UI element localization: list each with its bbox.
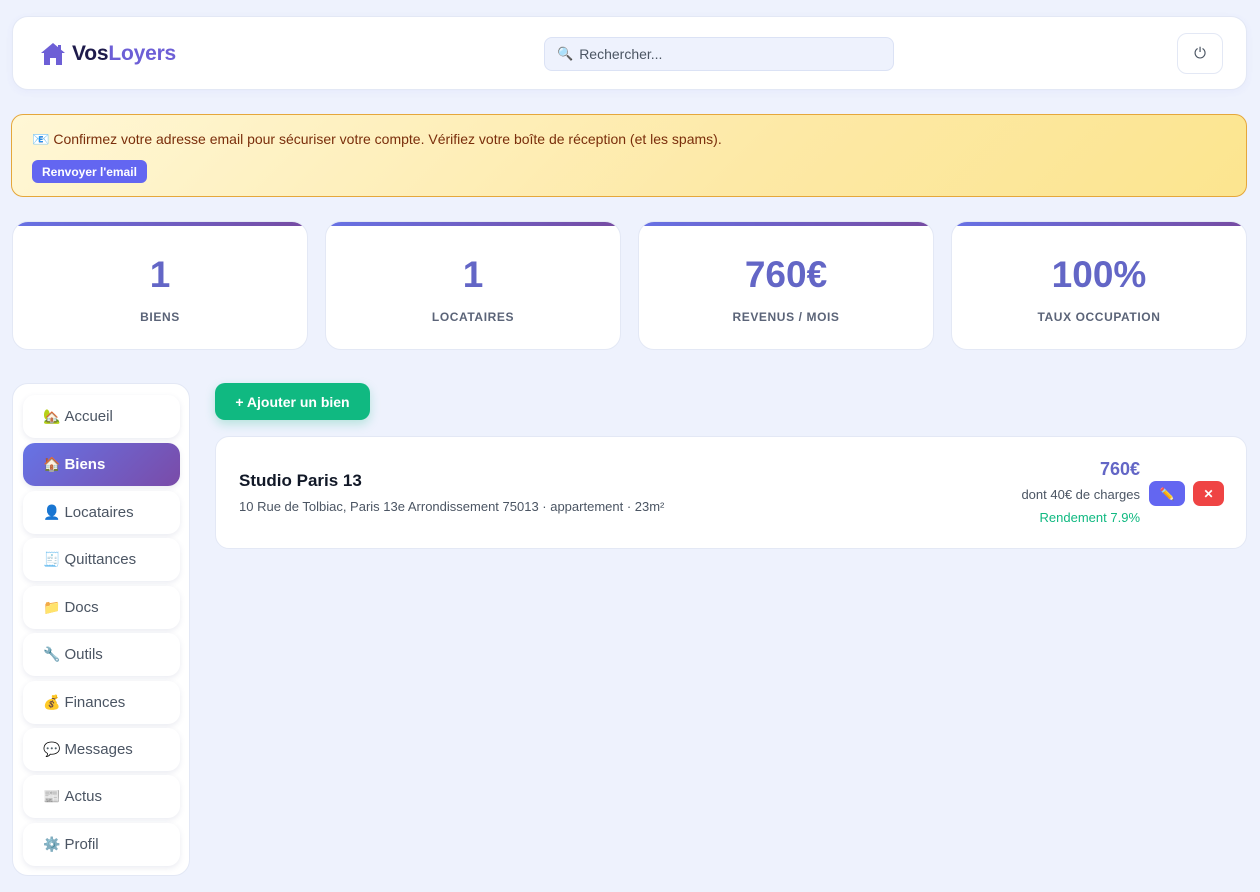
property-card[interactable]: Studio Paris 13 10 Rue de Tolbiac, Paris…: [215, 436, 1247, 549]
sidebar-item-label: Finances: [64, 694, 126, 711]
property-rent: 760€: [1099, 459, 1140, 479]
property-charges: dont 40€ de charges: [1021, 487, 1140, 502]
speech-bubble-icon: 💬: [43, 741, 61, 757]
email-icon: 📧: [32, 131, 50, 147]
delete-property-button[interactable]: ✕: [1193, 481, 1224, 506]
close-icon: ✕: [1203, 486, 1214, 501]
stat-label: TAUX OCCUPATION: [1037, 310, 1161, 324]
user-icon: 👤: [43, 504, 61, 520]
property-title: Studio Paris 13: [239, 471, 362, 490]
stat-card-revenus: 760€ REVENUS / MOIS: [638, 221, 934, 350]
alert-text: Confirmez votre adresse email pour sécur…: [53, 131, 722, 147]
sidebar-item-outils[interactable]: 🔧 Outils: [23, 633, 180, 676]
wrench-icon: 🔧: [43, 646, 61, 662]
stat-card-taux-occupation: 100% TAUX OCCUPATION: [951, 221, 1247, 350]
sidebar-item-actus[interactable]: 📰 Actus: [23, 775, 180, 818]
search-input[interactable]: [579, 46, 893, 62]
stat-card-biens: 1 BIENS: [12, 221, 308, 350]
pencil-icon: ✏️: [1159, 486, 1175, 501]
property-financials: 760€ dont 40€ de charges Rendement 7.9%: [1021, 459, 1140, 525]
logout-button[interactable]: ⏻: [1177, 33, 1223, 74]
app-logo[interactable]: VosLoyers: [39, 39, 176, 69]
receipt-icon: 🧾: [43, 551, 61, 567]
stat-label: REVENUS / MOIS: [732, 310, 840, 324]
sidebar-item-label: Quittances: [64, 551, 137, 568]
logo-text-loyers: Loyers: [108, 42, 177, 65]
logo-text-vos: Vos: [72, 42, 109, 65]
home-garden-icon: 🏡: [43, 408, 61, 424]
sidebar-item-label: Messages: [64, 741, 133, 758]
sidebar-item-biens[interactable]: 🏠 Biens: [23, 443, 180, 486]
sidebar-item-locataires[interactable]: 👤 Locataires: [23, 491, 180, 534]
sidebar-item-label: Profil: [64, 836, 99, 853]
house-icon: [41, 43, 65, 65]
sidebar-item-docs[interactable]: 📁 Docs: [23, 586, 180, 629]
newspaper-icon: 📰: [43, 788, 61, 804]
stat-label: LOCATAIRES: [431, 310, 515, 324]
sidebar-item-finances[interactable]: 💰 Finances: [23, 681, 180, 724]
sidebar-item-profil[interactable]: ⚙️ Profil: [23, 823, 180, 866]
stat-label: BIENS: [140, 310, 180, 324]
sidebar-nav: 🏡 Accueil 🏠 Biens 👤 Locataires 🧾 Quittances …: [12, 383, 190, 876]
folder-icon: 📁: [43, 599, 61, 615]
top-header: VosLoyers 🔍 ⏻: [12, 16, 1247, 90]
stat-value: 760€: [744, 254, 828, 295]
property-yield: Rendement 7.9%: [1039, 510, 1140, 525]
email-confirmation-alert: 📧 Confirmez votre adresse email pour séc…: [11, 114, 1247, 197]
sidebar-item-quittances[interactable]: 🧾 Quittances: [23, 538, 180, 581]
search-bar[interactable]: 🔍: [544, 37, 894, 71]
sidebar-item-label: Actus: [64, 788, 102, 805]
stat-value: 1: [462, 254, 484, 295]
sidebar-item-label: Docs: [64, 599, 99, 616]
stat-value: 1: [149, 254, 171, 295]
edit-property-button[interactable]: ✏️: [1149, 481, 1185, 506]
power-icon: ⏻: [1194, 45, 1206, 62]
property-address: 10 Rue de Tolbiac, Paris 13e Arrondissem…: [239, 499, 665, 514]
stat-card-locataires: 1 LOCATAIRES: [325, 221, 621, 350]
add-property-button[interactable]: + Ajouter un bien: [215, 383, 370, 420]
gear-icon: ⚙️: [43, 836, 61, 852]
stat-value: 100%: [1051, 254, 1147, 295]
app-name: VosLoyers: [72, 42, 176, 66]
house-icon: 🏠: [43, 456, 61, 472]
sidebar-item-messages[interactable]: 💬 Messages: [23, 728, 180, 771]
sidebar-item-label: Biens: [64, 456, 106, 473]
sidebar-item-label: Accueil: [64, 408, 113, 425]
resend-email-button[interactable]: Renvoyer l'email: [32, 160, 147, 183]
alert-message: 📧 Confirmez votre adresse email pour séc…: [32, 131, 722, 148]
sidebar-item-label: Outils: [64, 646, 103, 663]
search-icon: 🔍: [557, 46, 574, 61]
sidebar-item-accueil[interactable]: 🏡 Accueil: [23, 395, 180, 438]
money-bag-icon: 💰: [43, 694, 61, 710]
sidebar-item-label: Locataires: [64, 504, 134, 521]
